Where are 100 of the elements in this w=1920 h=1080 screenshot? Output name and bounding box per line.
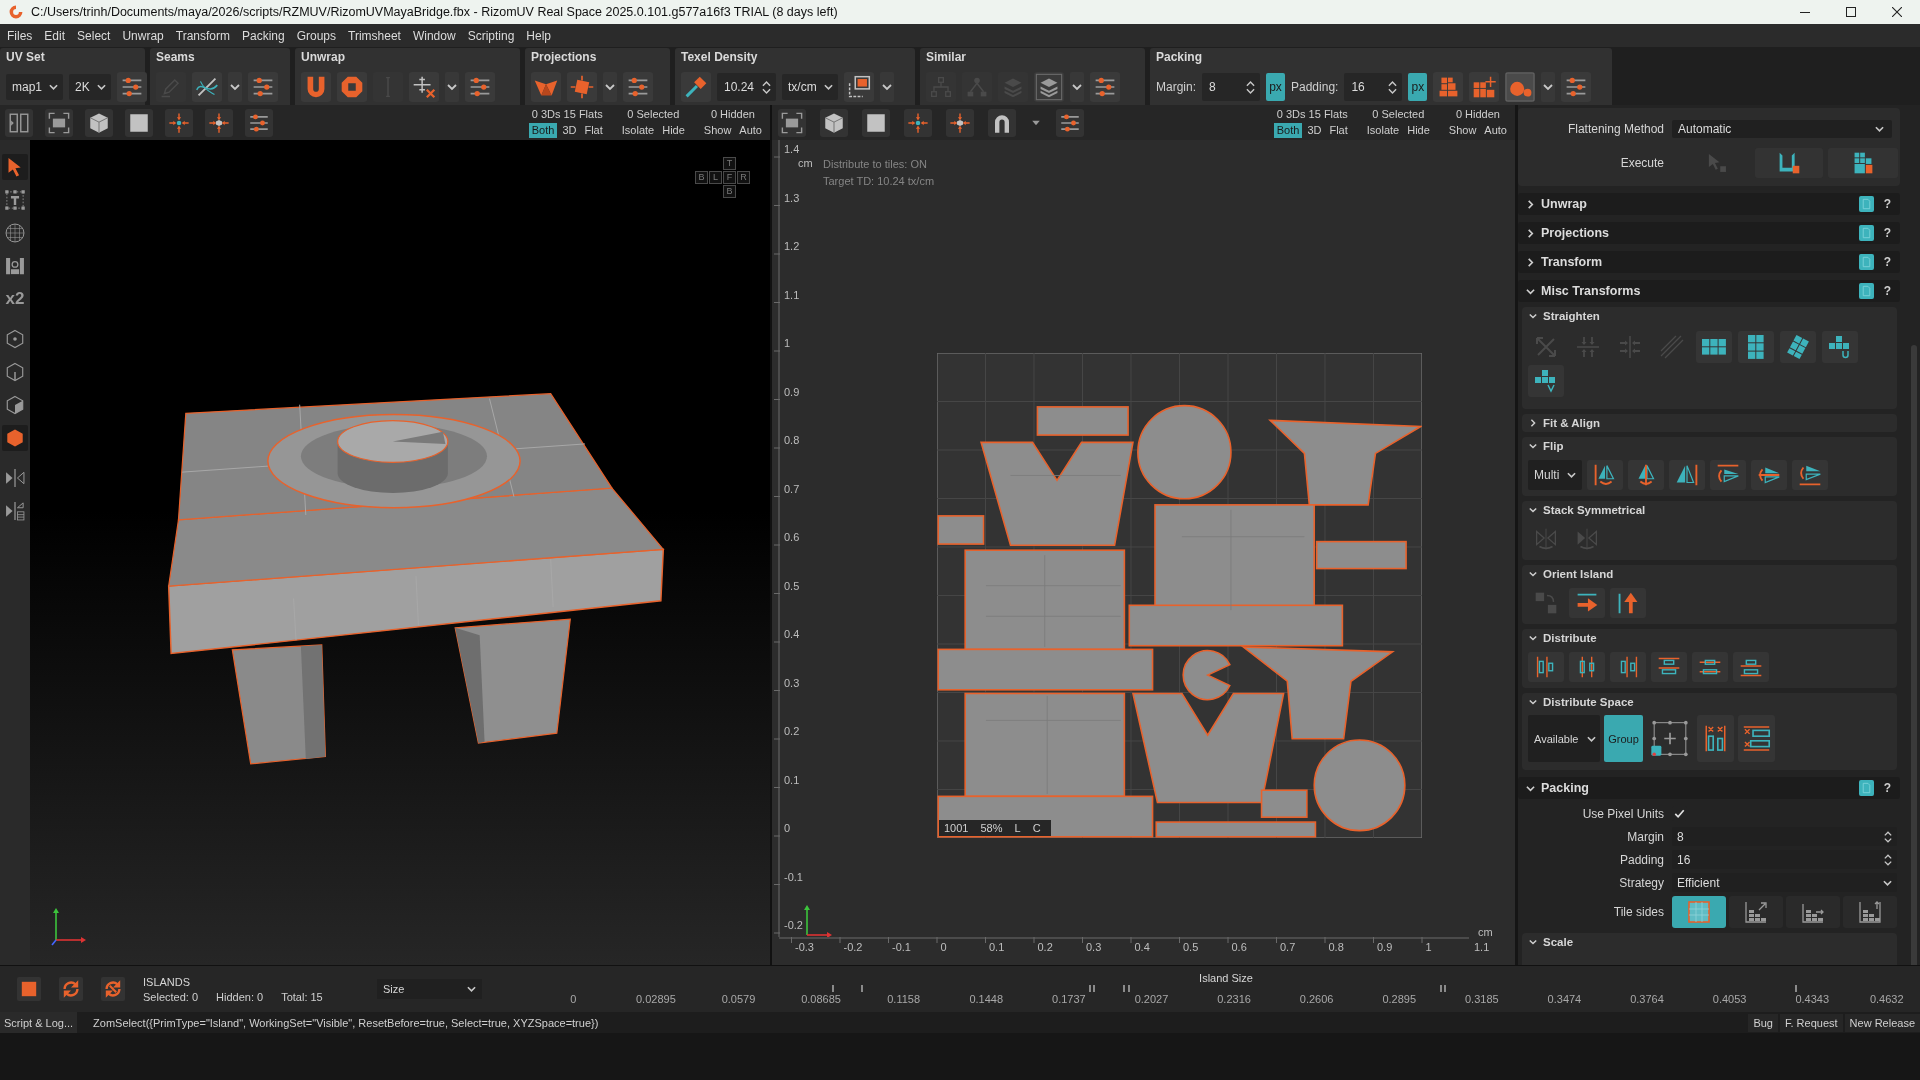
triangle-flip-bottom-icon[interactable] (1792, 460, 1829, 490)
preset-icon[interactable] (1858, 225, 1874, 241)
distribute-right-icon[interactable] (1610, 652, 1646, 682)
spin-arrows-icon[interactable] (762, 79, 772, 95)
eyedropper-icon[interactable] (681, 72, 711, 102)
menu-item[interactable]: Unwrap (116, 28, 170, 43)
script-log-button[interactable]: Script & Log... (0, 1012, 78, 1033)
link[interactable]: F. Request (1780, 1013, 1843, 1032)
chevron-right-icon[interactable] (1526, 257, 1535, 267)
distribute-bottom-icon[interactable] (1733, 652, 1769, 682)
chevron-down-icon[interactable] (228, 72, 242, 102)
cube-icon[interactable] (85, 108, 113, 137)
arrow-up-icon[interactable] (1610, 588, 1646, 618)
subsection-title[interactable]: Fit & Align (1543, 417, 1601, 429)
triangle-flip-middle-icon[interactable] (1751, 460, 1788, 490)
blocks-grid-icon[interactable] (1828, 148, 1898, 178)
section-header[interactable]: Packing ? (1518, 777, 1900, 799)
view-button[interactable]: Show (1445, 122, 1480, 138)
cross-blocks-cup-icon[interactable] (1822, 331, 1858, 363)
group-toggle[interactable]: Group (1604, 715, 1643, 762)
view-button[interactable]: Isolate (618, 122, 658, 138)
sliders-icon[interactable] (1090, 72, 1120, 102)
subsection-title[interactable]: Straighten (1543, 310, 1600, 322)
chevron-down-icon[interactable] (1529, 442, 1537, 450)
spin-arrows-icon[interactable] (1884, 829, 1892, 844)
sliders-icon[interactable] (248, 72, 278, 102)
square-icon[interactable] (125, 108, 153, 137)
number-field[interactable]: 16 (1344, 73, 1403, 101)
layers-box-icon[interactable] (1034, 72, 1064, 102)
link[interactable]: New Release (1844, 1013, 1920, 1032)
sliders-icon[interactable] (245, 108, 273, 137)
section-header[interactable]: Misc Transforms ? (1518, 280, 1900, 302)
blocks-move-icon[interactable] (1469, 72, 1500, 102)
circles-pack-icon[interactable] (1505, 72, 1536, 102)
chevron-down-icon[interactable] (1529, 634, 1537, 642)
chevron-down-icon[interactable] (1526, 286, 1535, 296)
chevron-down-icon[interactable] (1529, 938, 1537, 946)
maximize-icon[interactable] (1846, 7, 1856, 17)
subsection-title[interactable]: Flip (1543, 440, 1564, 452)
dropdown[interactable]: map1 (6, 74, 64, 100)
menu-item[interactable]: Packing (236, 28, 291, 43)
help-button[interactable]: ? (1883, 781, 1891, 795)
chevron-right-icon[interactable] (1529, 419, 1537, 427)
bricks-corner-icon[interactable] (1729, 896, 1783, 928)
unit-toggle[interactable]: px (1408, 73, 1428, 101)
menu-item[interactable]: Help (520, 28, 557, 43)
cross-blocks-chevron-icon[interactable] (1528, 365, 1564, 397)
preset-icon[interactable] (1858, 780, 1874, 796)
distribute-middle-icon[interactable] (1692, 652, 1728, 682)
stop-square-icon[interactable] (17, 977, 41, 1001)
box-arrows-icon[interactable] (567, 72, 597, 102)
magnet-icon[interactable] (988, 108, 1016, 137)
view-button[interactable]: Flat (1326, 122, 1351, 138)
help-button[interactable]: ? (1883, 284, 1891, 298)
frame-icon[interactable] (45, 108, 73, 137)
number-field[interactable]: 10.24 (717, 73, 777, 101)
menu-item[interactable]: Edit (38, 28, 72, 43)
chevron-down-icon[interactable] (1529, 698, 1537, 706)
chevron-down-icon[interactable] (1529, 570, 1537, 578)
dropdown[interactable]: tx/cm (782, 74, 838, 100)
distribute-top-icon[interactable] (1651, 652, 1687, 682)
view-button[interactable]: Hide (1404, 122, 1433, 138)
chevron-down-icon[interactable] (1529, 506, 1537, 514)
triangle-flip-top-icon[interactable] (1710, 460, 1747, 490)
chevron-down-icon[interactable] (1526, 783, 1535, 793)
spin-arrows-icon[interactable] (1388, 79, 1398, 95)
octagon-ring-icon[interactable] (337, 72, 367, 102)
view-button[interactable]: Both (528, 122, 558, 138)
number-field[interactable]: 8 (1202, 73, 1260, 101)
triangle-flip-left-icon[interactable] (1587, 460, 1624, 490)
sliders-icon[interactable] (1056, 108, 1084, 137)
focus-cube-icon[interactable] (946, 108, 974, 137)
focus-arrows-icon[interactable] (165, 108, 193, 137)
close-icon[interactable] (1892, 7, 1902, 17)
sliders-icon[interactable] (623, 72, 653, 102)
scrollbar[interactable] (1911, 345, 1917, 965)
cursor-icon[interactable] (2, 154, 28, 180)
transform-box-icon[interactable] (2, 187, 28, 213)
sliders-icon[interactable] (116, 72, 147, 102)
menu-item[interactable]: Trimsheet (342, 28, 407, 43)
preset-icon[interactable] (1858, 254, 1874, 270)
unit-toggle[interactable]: px (1266, 73, 1285, 101)
subsection-title[interactable]: Orient Island (1543, 568, 1614, 580)
view-button[interactable]: Isolate (1363, 122, 1403, 138)
tilted-grid-icon[interactable] (1780, 331, 1816, 363)
view-button[interactable]: 3D (559, 122, 580, 138)
menu-item[interactable]: Groups (290, 28, 343, 43)
view-cube-face[interactable]: B (723, 185, 736, 198)
u-block-icon[interactable] (1755, 148, 1823, 178)
view-button[interactable]: Auto (1481, 122, 1510, 138)
spin-arrows-icon[interactable] (1246, 79, 1255, 95)
help-button[interactable]: ? (1883, 197, 1891, 211)
view-cube-face[interactable]: L (709, 171, 722, 184)
section-header[interactable]: Projections ? (1518, 222, 1900, 244)
focus-cube-icon[interactable] (205, 108, 233, 137)
chevron-right-icon[interactable] (1526, 199, 1535, 209)
subsection-title[interactable]: Distribute (1543, 632, 1597, 644)
help-button[interactable]: ? (1883, 255, 1891, 269)
dropdown[interactable]: Automatic (1672, 120, 1892, 138)
view-button[interactable]: Show (700, 122, 735, 138)
